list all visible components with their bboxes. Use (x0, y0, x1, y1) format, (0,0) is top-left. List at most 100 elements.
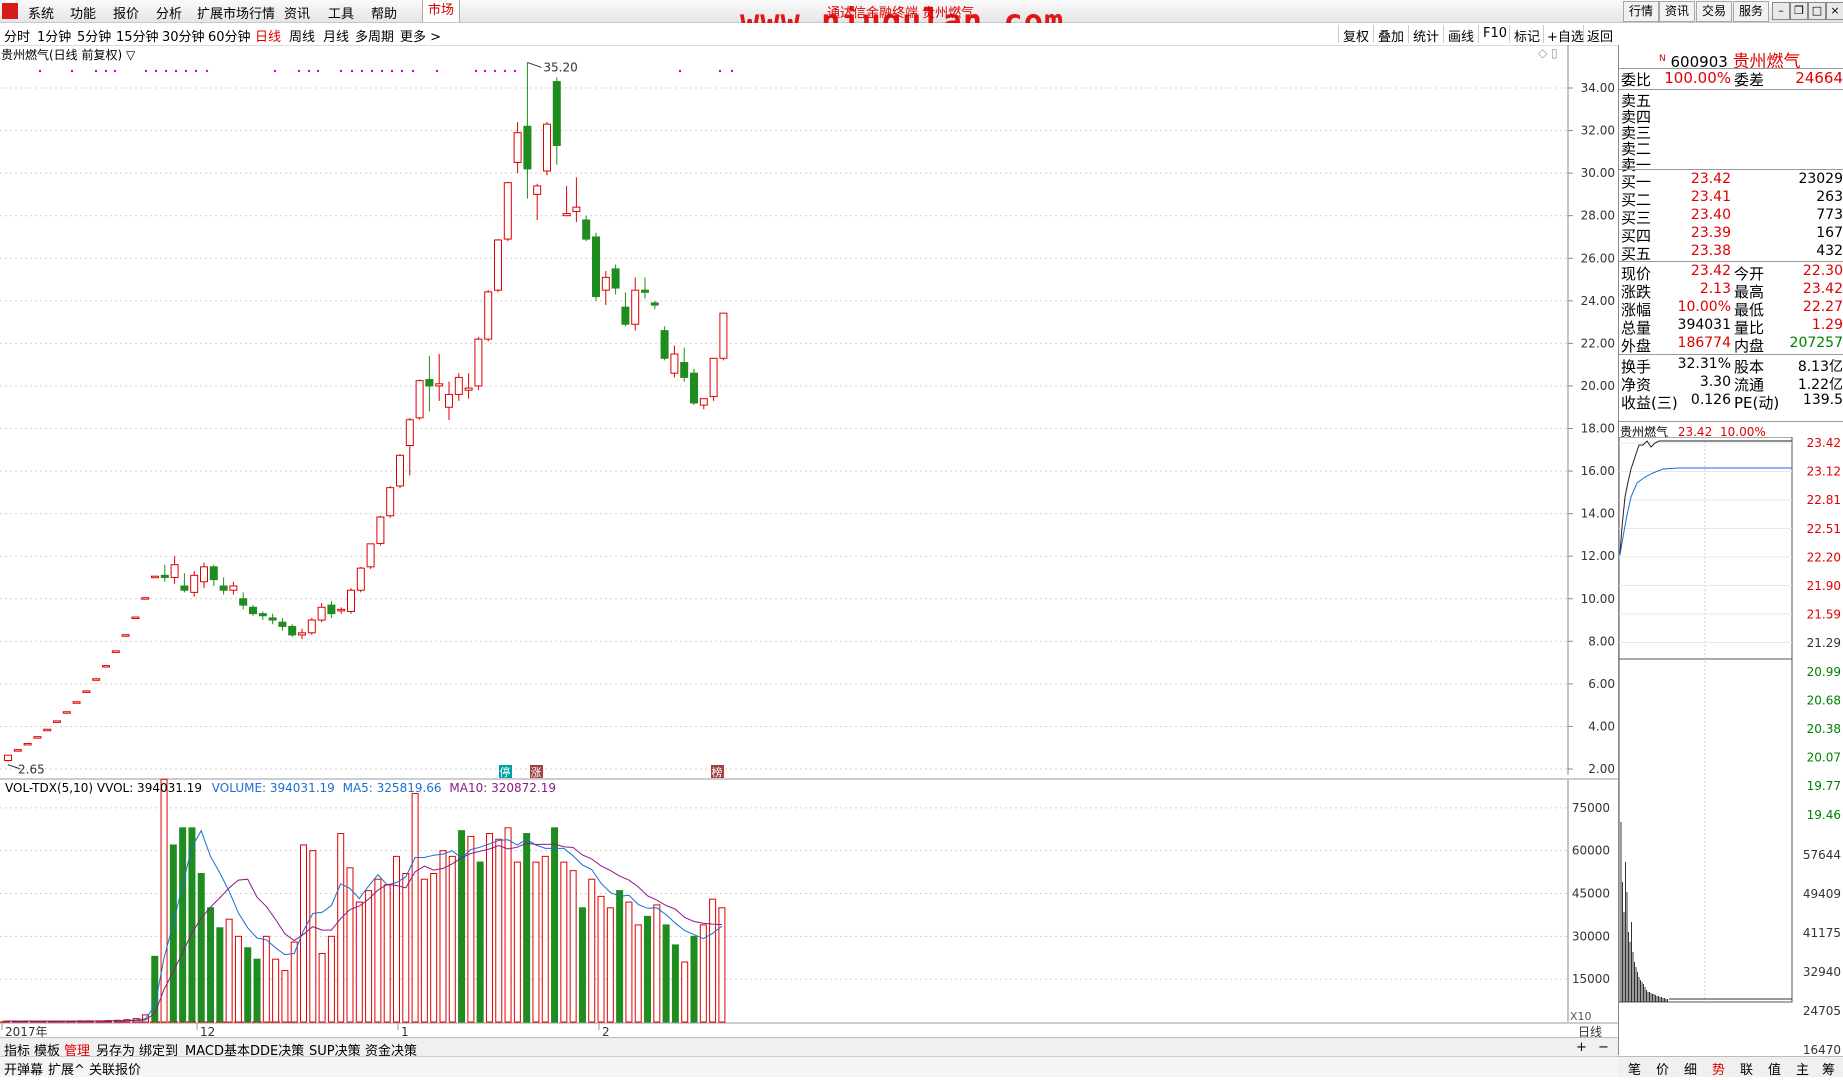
tab-danmaku[interactable]: 开弹幕 (4, 1059, 43, 1078)
menu-system[interactable]: 系统 (28, 3, 54, 22)
rtab-link[interactable]: 联 (1740, 1059, 1753, 1078)
rtab-chips[interactable]: 筹 (1822, 1059, 1835, 1078)
tool-stats[interactable]: 统计 (1413, 26, 1439, 45)
x-tick-label: 2 (602, 1025, 610, 1037)
rtab-detail[interactable]: 细 (1684, 1059, 1697, 1078)
tool-mark[interactable]: 标记 (1514, 26, 1540, 45)
candle (445, 381, 453, 420)
restore-icon[interactable]: ❐ (1790, 2, 1808, 20)
tab-linked-quote[interactable]: 关联报价 (89, 1059, 141, 1078)
app-logo-icon (2, 3, 18, 19)
menu-news[interactable]: 资讯 (284, 3, 310, 22)
mini-price-tick: 20.38 (1807, 722, 1841, 736)
volume-bar (244, 947, 252, 1023)
zoom-in-button[interactable]: + (1576, 1040, 1587, 1055)
menu-ext-market[interactable]: 扩展市场行情 (197, 3, 275, 22)
vol-indicator-legend[interactable]: VOL-TDX(5,10) VVOL: 394031.19 VOLUME: 39… (5, 781, 556, 795)
menu-quote[interactable]: 报价 (113, 3, 139, 22)
vol-indicator-name: VOL-TDX(5,10) (5, 781, 94, 795)
candle-body (33, 736, 42, 739)
candle (454, 373, 463, 401)
buy-row[interactable]: 买一 23.42 23029 (1621, 171, 1843, 191)
close-icon[interactable]: × (1826, 2, 1843, 20)
volume-bar (318, 952, 326, 1023)
price-tick-label: 18.00 (1581, 422, 1615, 436)
period-15min[interactable]: 15分钟 (116, 26, 159, 45)
stat-row: 外盘 186774 内盘 207257 (1621, 335, 1843, 355)
tool-adjust[interactable]: 复权 (1343, 26, 1369, 45)
menu-help[interactable]: 帮助 (371, 3, 397, 22)
period-30min[interactable]: 30分钟 (162, 26, 205, 45)
menu-market[interactable]: 市场 (422, 0, 460, 22)
candle-body (209, 566, 218, 581)
candle (699, 398, 708, 410)
candle-body (503, 182, 512, 240)
rtab-main[interactable]: 主 (1796, 1059, 1809, 1078)
candle-body (160, 574, 169, 578)
chart-stock-label[interactable]: 贵州燃气(日线 前复权) ▽ (1, 46, 135, 63)
rtab-stroke[interactable]: 笔 (1628, 1059, 1641, 1078)
buy-row[interactable]: 买四 23.39 167 (1621, 225, 1843, 245)
menu-analysis[interactable]: 分析 (156, 3, 182, 22)
rtab-trend[interactable]: 势 (1712, 1059, 1725, 1078)
signal-dot (194, 69, 198, 73)
intraday-mini-chart[interactable]: 23.42 23.12 22.81 22.51 22.20 21.90 21.59 21.29… (1619, 437, 1843, 1055)
maximize-icon[interactable]: □ (1808, 2, 1826, 20)
tab-expand[interactable]: 扩展^ (48, 1059, 85, 1078)
volume-bar (179, 827, 187, 1023)
period-5min[interactable]: 5分钟 (77, 26, 111, 45)
buy-row[interactable]: 买五 23.38 432 (1621, 243, 1843, 263)
candle-body (611, 268, 620, 289)
stat-value: 10.00% (1677, 299, 1731, 315)
period-60min[interactable]: 60分钟 (208, 26, 251, 45)
buy-row[interactable]: 买三 23.40 773 (1621, 207, 1843, 227)
btn-news[interactable]: 资讯 (1659, 1, 1695, 22)
candle-body (386, 487, 395, 517)
tool-f10[interactable]: F10 (1483, 26, 1507, 41)
stat-value: 22.27 (1802, 299, 1843, 315)
period-1min[interactable]: 1分钟 (37, 26, 71, 45)
mini-price-tick: 19.77 (1807, 779, 1841, 793)
rtab-price[interactable]: 价 (1656, 1059, 1669, 1078)
btn-market-quote[interactable]: 行情 (1623, 1, 1659, 22)
candle-body (680, 362, 689, 378)
stat-value: 23.42 (1802, 281, 1843, 297)
btn-trade[interactable]: 交易 (1696, 1, 1732, 22)
candle-body (699, 398, 708, 406)
candle-body (601, 276, 610, 291)
ma10-line (6, 842, 722, 1022)
minimize-icon[interactable]: – (1772, 2, 1790, 20)
btn-service[interactable]: 服务 (1733, 1, 1769, 22)
tool-draw[interactable]: 画线 (1448, 26, 1474, 45)
rtab-value[interactable]: 值 (1768, 1059, 1781, 1078)
candle (690, 368, 698, 406)
period-more[interactable]: 更多 > (400, 26, 441, 45)
menu-function[interactable]: 功能 (70, 3, 96, 22)
candle (670, 345, 679, 378)
volume-bar (476, 861, 484, 1023)
buy-volume: 167 (1816, 225, 1843, 241)
marker-label: 停 (500, 765, 511, 779)
kline-chart[interactable]: 34.0032.0030.0028.0026.0024.0022.0020.00… (0, 45, 1618, 1037)
buy-row[interactable]: 买二 23.41 263 (1621, 189, 1843, 209)
period-multi[interactable]: 多周期 (355, 26, 394, 45)
chart-tool-icons[interactable]: ◇ ▯ (1538, 46, 1558, 60)
candle (533, 183, 542, 220)
mini-price-tick: 21.90 (1807, 579, 1841, 593)
buy-price: 23.42 (1690, 171, 1731, 187)
tool-overlay[interactable]: 叠加 (1378, 26, 1404, 45)
volume-bar (262, 935, 270, 1023)
tool-back[interactable]: 返回 (1587, 26, 1613, 45)
zoom-out-button[interactable]: − (1598, 1040, 1609, 1055)
mini-vol-tick: 24705 (1803, 1004, 1841, 1018)
period-weekly[interactable]: 周线 (289, 26, 315, 45)
candle (523, 62, 532, 199)
period-monthly[interactable]: 月线 (323, 26, 349, 45)
tool-add-watchlist[interactable]: +自选 (1547, 26, 1584, 45)
menu-tools[interactable]: 工具 (328, 3, 354, 22)
candle-body (552, 81, 561, 146)
period-intraday[interactable]: 分时 (4, 26, 30, 45)
period-daily[interactable]: 日线 (255, 26, 281, 45)
mini-price-tick: 22.20 (1807, 550, 1841, 564)
price-tick-label: 30.00 (1581, 166, 1615, 180)
